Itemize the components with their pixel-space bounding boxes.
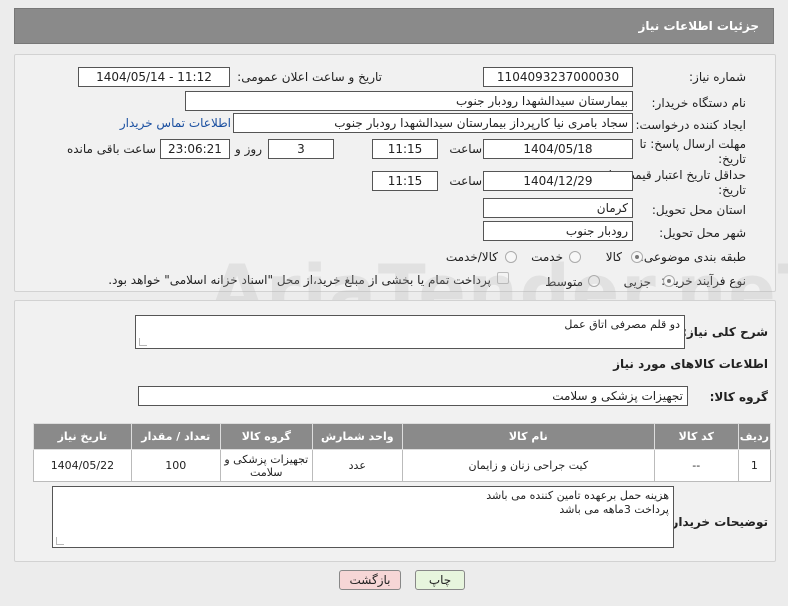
province-field[interactable]: کرمان [483, 198, 633, 218]
buyer-notes-line-2: پرداخت 3ماهه می باشد [559, 503, 669, 516]
cell-name: کیت جراحی زنان و زایمان [401, 449, 655, 482]
creator-field[interactable]: سجاد بامری نیا کارپرداز بیمارستان سیدالش… [233, 113, 633, 133]
announce-datetime-field[interactable]: 1404/05/14 - 11:12 [78, 67, 230, 87]
goods-group-label: گروه کالا: [709, 390, 768, 404]
col-name: نام کالا [401, 423, 655, 450]
creator-label: ایجاد کننده درخواست: [635, 118, 746, 132]
announce-label: تاریخ و ساعت اعلان عمومی: [237, 70, 382, 84]
process-option-medium: متوسط [545, 275, 583, 289]
col-code: کد کالا [653, 423, 739, 450]
category-radio-goods[interactable] [631, 251, 643, 263]
city-label: شهر محل تحویل: [659, 226, 746, 240]
day-label: روز و [235, 142, 262, 156]
category-label: طبقه بندی موضوعی: [639, 250, 746, 264]
col-unit: واحد شمارش [311, 423, 403, 450]
print-button[interactable]: چاپ [415, 570, 465, 590]
deadline-time-label: ساعت [449, 142, 482, 156]
process-radio-medium[interactable] [588, 275, 600, 287]
page-title: جزئیات اطلاعات نیاز [638, 19, 759, 33]
buyer-notes-line-1: هزینه حمل برعهده تامین کننده می باشد [486, 489, 669, 502]
treasury-payment-note: پرداخت تمام یا بخشی از مبلغ خرید،از محل … [108, 273, 491, 287]
buyer-contact-link[interactable]: اطلاعات تماس خریدار [120, 116, 231, 130]
buyer-notes-textarea[interactable]: هزینه حمل برعهده تامین کننده می باشد پرد… [52, 486, 674, 548]
remaining-label: ساعت باقی مانده [66, 142, 156, 156]
back-button[interactable]: بازگشت [339, 570, 401, 590]
goods-table-header: ردیف کد کالا نام کالا واحد شمارش گروه کا… [33, 423, 772, 450]
validity-date-field[interactable]: 1404/12/29 [483, 171, 633, 191]
deadline-date-field[interactable]: 1404/05/18 [483, 139, 633, 159]
buyer-org-label: نام دستگاه خریدار: [651, 96, 747, 110]
cell-unit: عدد [311, 449, 403, 482]
category-option-goods-service: کالا/خدمت [445, 250, 498, 264]
validity-time-field[interactable]: 11:15 [372, 171, 438, 191]
need-number-field[interactable]: 1104093237000030 [483, 67, 633, 87]
cell-code: -- [653, 449, 739, 482]
col-row: ردیف [737, 423, 772, 450]
category-option-goods: کالا [605, 250, 622, 264]
col-quantity: تعداد / مقدار [130, 423, 221, 450]
description-textarea[interactable]: دو قلم مصرفی اتاق عمل [135, 315, 685, 349]
remaining-time-field[interactable]: 23:06:21 [160, 139, 230, 159]
cell-row: 1 [737, 449, 772, 482]
table-row[interactable]: 1 -- کیت جراحی زنان و زایمان عدد تجهیزات… [33, 449, 772, 482]
process-radio-minor[interactable] [663, 275, 675, 287]
description-label: شرح کلی نیاز: [682, 325, 768, 339]
deadline-time-field[interactable]: 11:15 [372, 139, 438, 159]
need-number-label: شماره نیاز: [689, 70, 746, 84]
category-option-service: خدمت [531, 250, 563, 264]
col-need-date: تاریخ نیاز [33, 423, 132, 450]
cell-need-date: 1404/05/22 [33, 449, 132, 482]
goods-group-field[interactable]: تجهیزات پزشکی و سلامت [138, 386, 688, 406]
days-remaining-field[interactable]: 3 [268, 139, 334, 159]
header-bar: جزئیات اطلاعات نیاز [14, 8, 774, 44]
resize-grip-icon[interactable] [139, 338, 147, 346]
goods-section-title: اطلاعات کالاهای مورد نیاز [613, 357, 768, 371]
resize-grip-icon[interactable] [56, 537, 64, 545]
validity-time-label: ساعت [449, 174, 482, 188]
city-field[interactable]: رودبار جنوب [483, 221, 633, 241]
category-radio-goods-service[interactable] [505, 251, 517, 263]
col-group: گروه کالا [219, 423, 313, 450]
treasury-payment-checkbox[interactable] [497, 272, 509, 284]
deadline-label: مهلت ارسال پاسخ: تا تاریخ: [639, 137, 746, 166]
goods-table: ردیف کد کالا نام کالا واحد شمارش گروه کا… [33, 423, 772, 482]
process-option-minor: جزیی [623, 275, 651, 289]
category-radio-service[interactable] [569, 251, 581, 263]
cell-group: تجهیزات پزشکی و سلامت [219, 449, 313, 482]
description-text: دو قلم مصرفی اتاق عمل [564, 318, 680, 331]
buyer-org-field[interactable]: بیمارستان سیدالشهدا رودبار جنوب [185, 91, 633, 111]
province-label: استان محل تحویل: [651, 203, 746, 217]
cell-quantity: 100 [130, 449, 221, 482]
buyer-notes-label: توضیحات خریدار: [666, 515, 768, 529]
